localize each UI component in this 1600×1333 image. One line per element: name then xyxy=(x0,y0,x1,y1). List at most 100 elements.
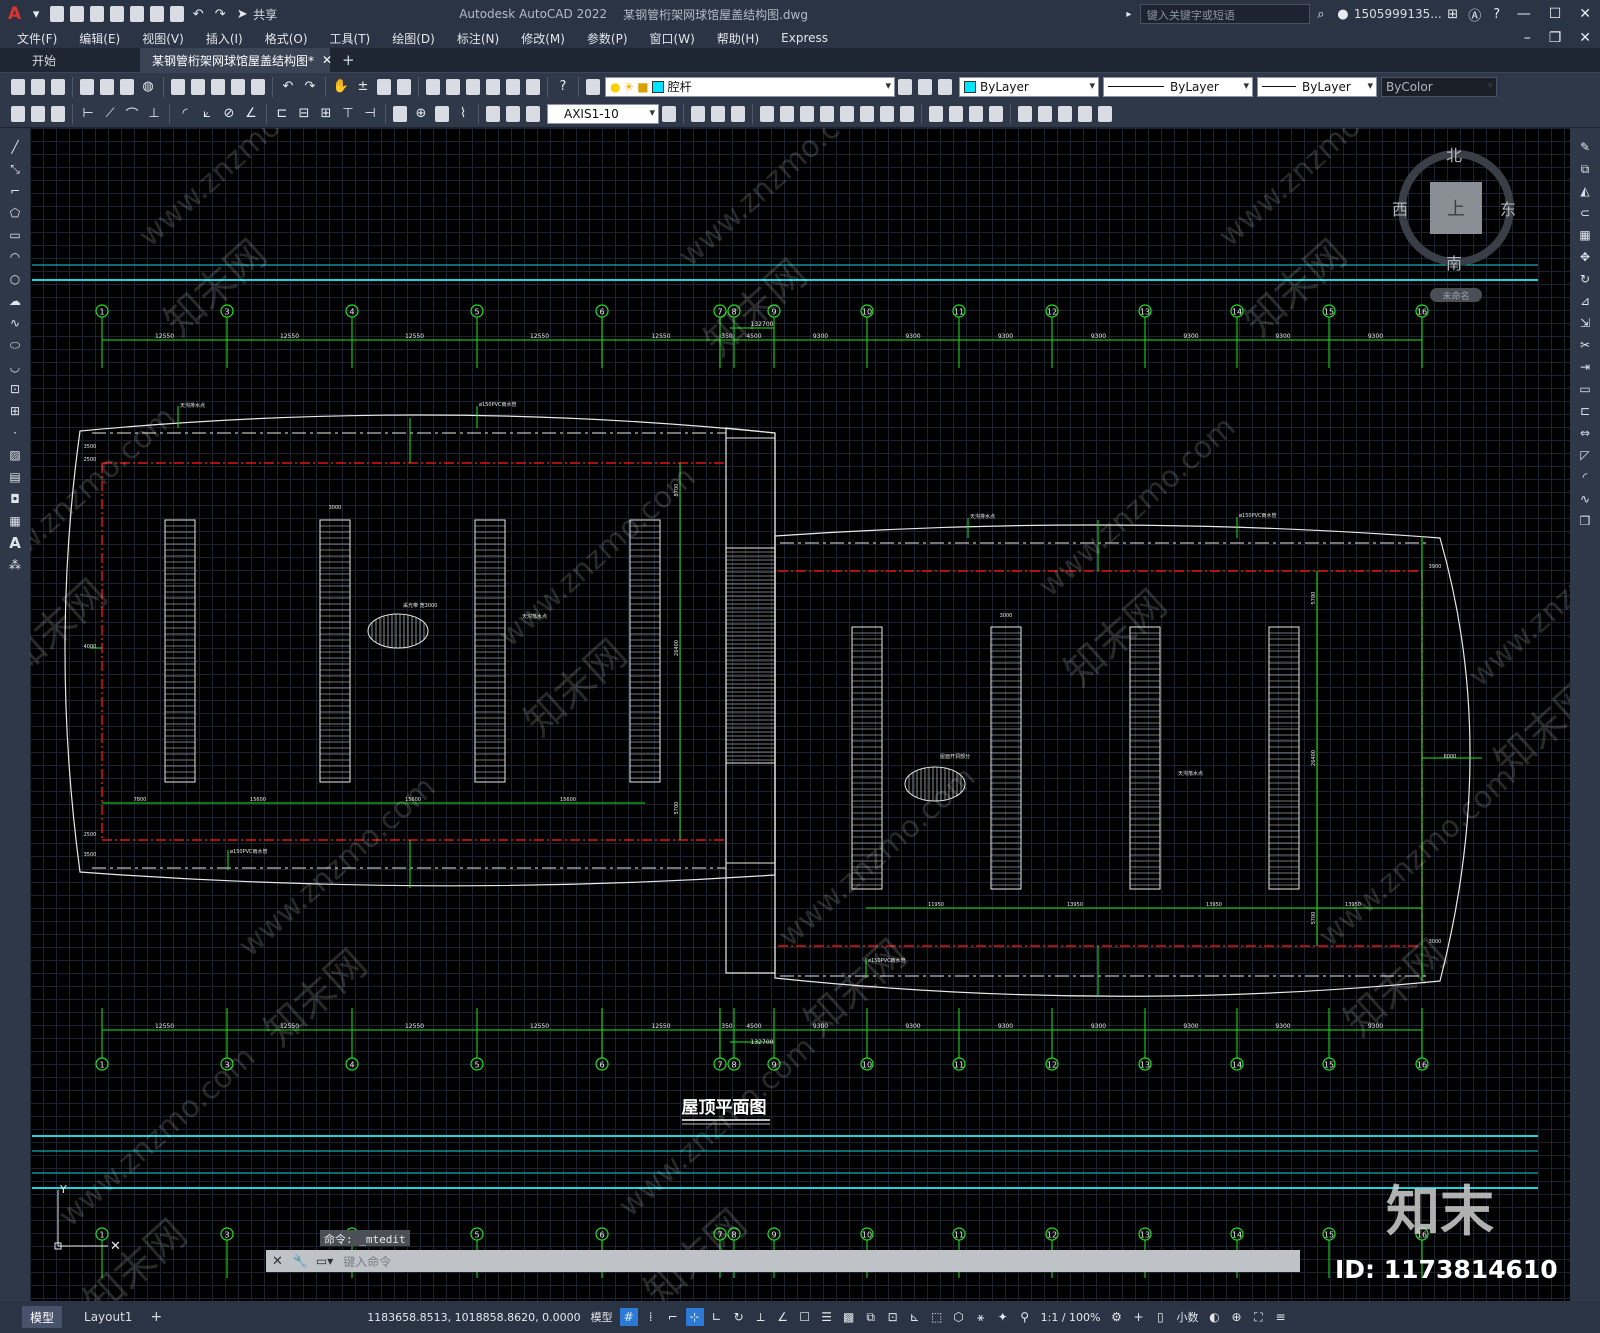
tab-model[interactable]: 模型 xyxy=(22,1306,63,1328)
circle-icon[interactable]: ○ xyxy=(6,270,24,288)
infer-icon[interactable]: ⌐ xyxy=(664,1308,682,1326)
make-current-icon[interactable] xyxy=(898,78,912,95)
grid-icon[interactable]: # xyxy=(619,1308,638,1326)
rotate-icon[interactable] xyxy=(820,105,834,122)
polygon-icon[interactable]: ⬠ xyxy=(6,204,24,222)
layer-dropdown[interactable]: ● ☀ ■ 腔杆 xyxy=(605,76,895,97)
app-logo-icon[interactable]: A xyxy=(8,4,21,24)
minimize-icon[interactable]: — xyxy=(1517,6,1531,22)
share-icon[interactable]: ➤ xyxy=(233,5,251,23)
markup-icon[interactable] xyxy=(506,78,520,95)
break-side-icon[interactable]: ⊏ xyxy=(1576,402,1594,420)
jog-line-icon[interactable]: ⌇ xyxy=(454,105,472,123)
drawing-canvas[interactable]: 1 3 4 5 6 7 8 9 10 11 12 13 14 15 16 1 3 4 5 6 7 8 9 10 11 12 13 1… xyxy=(30,128,1570,1301)
open-icon[interactable] xyxy=(31,78,45,95)
dim-diameter-icon[interactable]: ⊘ xyxy=(220,105,238,123)
chamfer-side-icon[interactable]: ◸ xyxy=(1576,446,1594,464)
open-web-icon[interactable] xyxy=(130,6,145,22)
pan-icon[interactable]: ✋ xyxy=(332,78,350,96)
new-file-icon[interactable] xyxy=(50,6,65,22)
menu-tools[interactable]: 工具(T) xyxy=(330,30,371,47)
save-as-icon[interactable] xyxy=(110,6,125,22)
undo-toolbar-icon[interactable]: ↶ xyxy=(279,78,297,96)
menu-dimension[interactable]: 标注(N) xyxy=(457,30,499,47)
doc-minimize-icon[interactable]: – xyxy=(1524,30,1531,46)
open-file-icon[interactable] xyxy=(70,6,85,22)
selection-filter-icon[interactable]: ⬚ xyxy=(928,1308,946,1326)
menu-format[interactable]: 格式(O) xyxy=(265,30,308,47)
layer-previous-icon[interactable] xyxy=(918,78,932,95)
join-icon[interactable] xyxy=(949,105,963,122)
array-side-icon[interactable]: ▦ xyxy=(1576,226,1594,244)
customization-icon[interactable]: ≡ xyxy=(1271,1308,1289,1326)
calculator-icon[interactable] xyxy=(526,78,540,95)
model-space-toggle[interactable]: 模型 xyxy=(591,1309,613,1325)
dim-break-icon[interactable]: ⊣ xyxy=(361,105,379,123)
dim-quick-icon[interactable]: ⊏ xyxy=(273,105,291,123)
compass-east[interactable]: 东 xyxy=(1500,196,1516,220)
move-side-icon[interactable]: ✥ xyxy=(1576,248,1594,266)
tolerance-icon[interactable] xyxy=(393,105,407,122)
preview-icon[interactable] xyxy=(100,78,114,95)
properties-icon[interactable] xyxy=(426,78,440,95)
publish-icon[interactable] xyxy=(120,78,134,95)
polyline-icon[interactable]: ⌐ xyxy=(6,182,24,200)
plot-icon[interactable] xyxy=(170,6,185,22)
trim-icon[interactable] xyxy=(880,105,894,122)
annotation-scale[interactable]: 1:1 / 100% xyxy=(1041,1311,1101,1324)
menu-file[interactable]: 文件(F) xyxy=(17,30,57,47)
new-tab-icon[interactable]: + xyxy=(342,51,355,69)
offset-side-icon[interactable]: ⊂ xyxy=(1576,204,1594,222)
command-line[interactable]: ✕ 🔧 ▭▾ 键入命令 xyxy=(266,1250,1300,1272)
dim-arc-icon[interactable]: ⌒ xyxy=(123,105,141,123)
design-center-icon[interactable] xyxy=(446,78,460,95)
insert-block-icon[interactable]: ⊡ xyxy=(6,380,24,398)
explode-side-icon[interactable]: ❒ xyxy=(1576,512,1594,530)
linetype-dropdown[interactable]: ByLayer xyxy=(1103,76,1253,97)
share-label[interactable]: 共享 xyxy=(253,6,277,23)
command-recent-icon[interactable]: ▭▾ xyxy=(316,1254,333,1268)
trim-side-icon[interactable]: ✂ xyxy=(1576,336,1594,354)
color-dropdown[interactable]: ByLayer xyxy=(959,76,1099,97)
search-icon[interactable]: ⌕ xyxy=(1312,5,1330,23)
auto-scale-icon[interactable]: ✦ xyxy=(994,1308,1012,1326)
center-mark-icon[interactable]: ⊕ xyxy=(412,105,430,123)
ortho-icon[interactable]: ∟ xyxy=(708,1308,726,1326)
scale-icon[interactable] xyxy=(840,105,854,122)
cad-drawing[interactable]: 1 3 4 5 6 7 8 9 10 11 12 13 14 15 16 1 3 4 5 6 7 8 9 10 11 12 13 1… xyxy=(30,128,1570,1301)
sheet-set-icon[interactable] xyxy=(486,78,500,95)
compass-south[interactable]: 南 xyxy=(1446,250,1462,274)
coordinates[interactable]: 1183658.8513, 1018858.8620, 0.0000 xyxy=(367,1311,580,1324)
plotstyle-dropdown[interactable]: ByColor xyxy=(1381,76,1497,97)
dim-aligned-icon[interactable]: ⟋ xyxy=(101,105,119,123)
table-icon[interactable]: ▦ xyxy=(6,512,24,530)
doc-restore-icon[interactable]: ❐ xyxy=(1549,30,1562,46)
layer-state-icon[interactable] xyxy=(938,78,952,95)
annotation-visibility-icon[interactable]: ⚹ xyxy=(972,1308,990,1326)
add-layout-icon[interactable]: + xyxy=(150,1309,162,1325)
cut-icon[interactable] xyxy=(171,78,185,95)
dimstyle-dropdown[interactable]: AXIS1-10 xyxy=(547,103,659,124)
blend-side-icon[interactable]: ∿ xyxy=(1576,490,1594,508)
menu-help[interactable]: 帮助(H) xyxy=(717,30,759,47)
chevron-down-icon[interactable]: ▾ xyxy=(27,5,45,23)
inspect-icon[interactable] xyxy=(435,105,449,122)
dim-space-icon[interactable]: ⊤ xyxy=(339,105,357,123)
cart-icon[interactable]: ⊞ xyxy=(1444,5,1462,23)
polar-icon[interactable]: ↻ xyxy=(730,1308,748,1326)
compass-north[interactable]: 北 xyxy=(1446,142,1462,166)
add-selected-icon[interactable]: ⁂ xyxy=(6,556,24,574)
rectangle-icon[interactable]: ▭ xyxy=(6,226,24,244)
rotate-side-icon[interactable]: ↻ xyxy=(1576,270,1594,288)
hatchedit-icon[interactable] xyxy=(1078,105,1092,122)
dimstyle-icon[interactable] xyxy=(662,105,676,122)
fillet-side-icon[interactable]: ◜ xyxy=(1576,468,1594,486)
snap-icon[interactable]: ⁞ xyxy=(642,1308,660,1326)
ucs-dynamic-icon[interactable]: ⊾ xyxy=(906,1308,924,1326)
lock-icon[interactable]: ■ xyxy=(637,80,648,94)
move-icon[interactable] xyxy=(800,105,814,122)
gizmo-icon[interactable]: ⬡ xyxy=(950,1308,968,1326)
offset-icon[interactable] xyxy=(760,105,774,122)
annotation-scale-icon[interactable]: ⚲ xyxy=(1016,1308,1034,1326)
units-dropdown[interactable]: 小数 xyxy=(1176,1309,1198,1325)
